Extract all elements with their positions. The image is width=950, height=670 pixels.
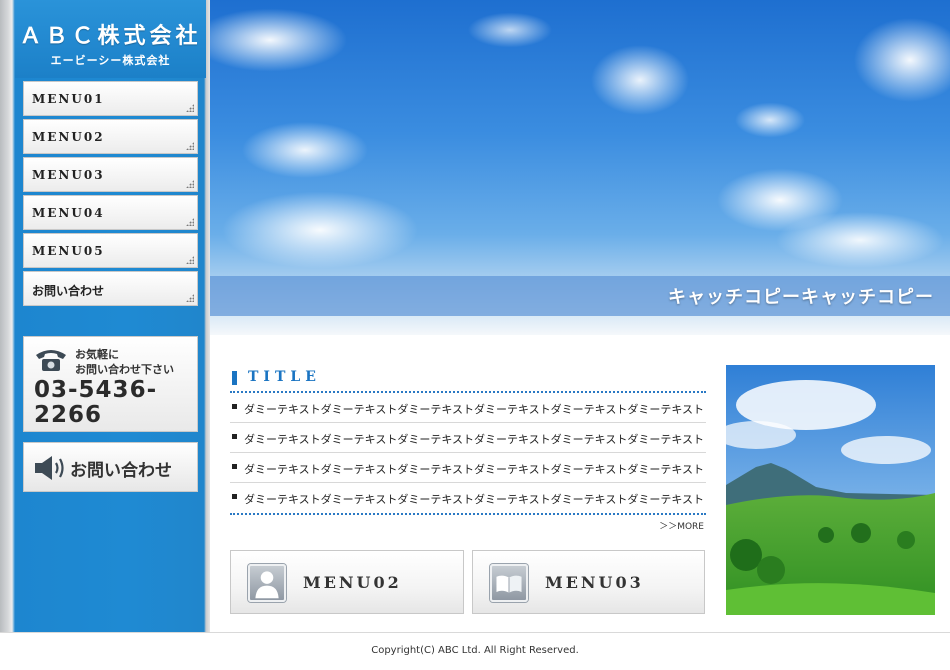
- sidebar-item-menu01[interactable]: MENU01: [23, 81, 198, 116]
- bullet-icon: [232, 464, 237, 469]
- more-link[interactable]: ＞＞MORE: [659, 519, 704, 532]
- corner-grip-icon: [186, 218, 194, 226]
- person-icon: [248, 564, 286, 602]
- corner-grip-icon: [186, 142, 194, 150]
- sidebar: ＡＢＣ株式会社 エービーシー株式会社 MENU01 MENU02 MENU03 …: [0, 0, 210, 632]
- list-item[interactable]: ダミーテキストダミーテキストダミーテキストダミーテキストダミーテキストダミーテキ…: [230, 483, 706, 513]
- tile-label: MENU03: [545, 573, 644, 592]
- sidebar-item-label: MENU05: [32, 244, 105, 258]
- bullet-icon: [232, 404, 237, 409]
- phone-caption-line2: お問い合わせ下さい: [75, 363, 174, 376]
- list-item-text: ダミーテキストダミーテキストダミーテキストダミーテキストダミーテキストダミーテキ…: [244, 403, 705, 416]
- footer: Copyright(C) ABC Ltd. All Right Reserved…: [0, 632, 950, 670]
- corner-grip-icon: [186, 294, 194, 302]
- telephone-icon: [36, 350, 66, 371]
- copyright-text: Copyright(C) ABC Ltd. All Right Reserved…: [371, 645, 579, 656]
- section-title: TITLE: [248, 369, 321, 385]
- catch-copy: キャッチコピーキャッチコピー: [668, 287, 934, 308]
- sidebar-item-label: MENU02: [32, 130, 105, 144]
- sidebar-item-label: MENU01: [32, 92, 105, 106]
- list-item[interactable]: ダミーテキストダミーテキストダミーテキストダミーテキストダミーテキストダミーテキ…: [230, 393, 706, 423]
- sidebar-item-label: MENU04: [32, 206, 105, 220]
- list-divider: [230, 513, 706, 515]
- bullet-icon: [232, 434, 237, 439]
- corner-grip-icon: [186, 180, 194, 188]
- sidebar-item-menu05[interactable]: MENU05: [23, 233, 198, 268]
- logo-title: ＡＢＣ株式会社: [19, 23, 202, 49]
- sidebar-item-menu03[interactable]: MENU03: [23, 157, 198, 192]
- sidebar-item-menu04[interactable]: MENU04: [23, 195, 198, 230]
- corner-grip-icon: [186, 104, 194, 112]
- landscape-photo: [726, 365, 935, 615]
- list-item-text: ダミーテキストダミーテキストダミーテキストダミーテキストダミーテキストダミーテキ…: [244, 433, 705, 446]
- sidebar-item-label: お問い合わせ: [32, 284, 105, 298]
- list-item[interactable]: ダミーテキストダミーテキストダミーテキストダミーテキストダミーテキストダミーテキ…: [230, 423, 706, 453]
- speaker-icon: [35, 456, 64, 480]
- phone-contact-box: お気軽に お問い合わせ下さい 03-5436-2266: [23, 336, 198, 432]
- site-logo[interactable]: ＡＢＣ株式会社 エービーシー株式会社: [15, 0, 206, 78]
- list-item-text: ダミーテキストダミーテキストダミーテキストダミーテキストダミーテキストダミーテキ…: [244, 463, 705, 476]
- phone-number: 03-5436-2266: [34, 377, 158, 428]
- news-list: ダミーテキストダミーテキストダミーテキストダミーテキストダミーテキストダミーテキ…: [230, 393, 706, 513]
- sidebar-item-label: MENU03: [32, 168, 105, 182]
- logo-subtitle: エービーシー株式会社: [50, 54, 171, 67]
- corner-grip-icon: [186, 256, 194, 264]
- menu02-tile-button[interactable]: MENU02: [230, 550, 464, 614]
- sidebar-item-contact[interactable]: お問い合わせ: [23, 271, 198, 306]
- main-content: TITLE ダミーテキストダミーテキストダミーテキストダミーテキストダミーテキス…: [210, 335, 950, 632]
- title-accent-bar: [232, 371, 237, 385]
- contact-button[interactable]: お問い合わせ: [23, 442, 198, 492]
- contact-button-label: お問い合わせ: [70, 461, 172, 481]
- phone-caption-line1: お気軽に: [75, 348, 119, 361]
- list-item[interactable]: ダミーテキストダミーテキストダミーテキストダミーテキストダミーテキストダミーテキ…: [230, 453, 706, 483]
- bullet-icon: [232, 494, 237, 499]
- book-icon: [490, 564, 528, 602]
- tile-label: MENU02: [303, 573, 402, 592]
- list-item-text: ダミーテキストダミーテキストダミーテキストダミーテキストダミーテキストダミーテキ…: [244, 493, 705, 506]
- menu03-tile-button[interactable]: MENU03: [472, 550, 705, 614]
- sidebar-item-menu02[interactable]: MENU02: [23, 119, 198, 154]
- hero-sky-banner: キャッチコピーキャッチコピー: [210, 0, 950, 335]
